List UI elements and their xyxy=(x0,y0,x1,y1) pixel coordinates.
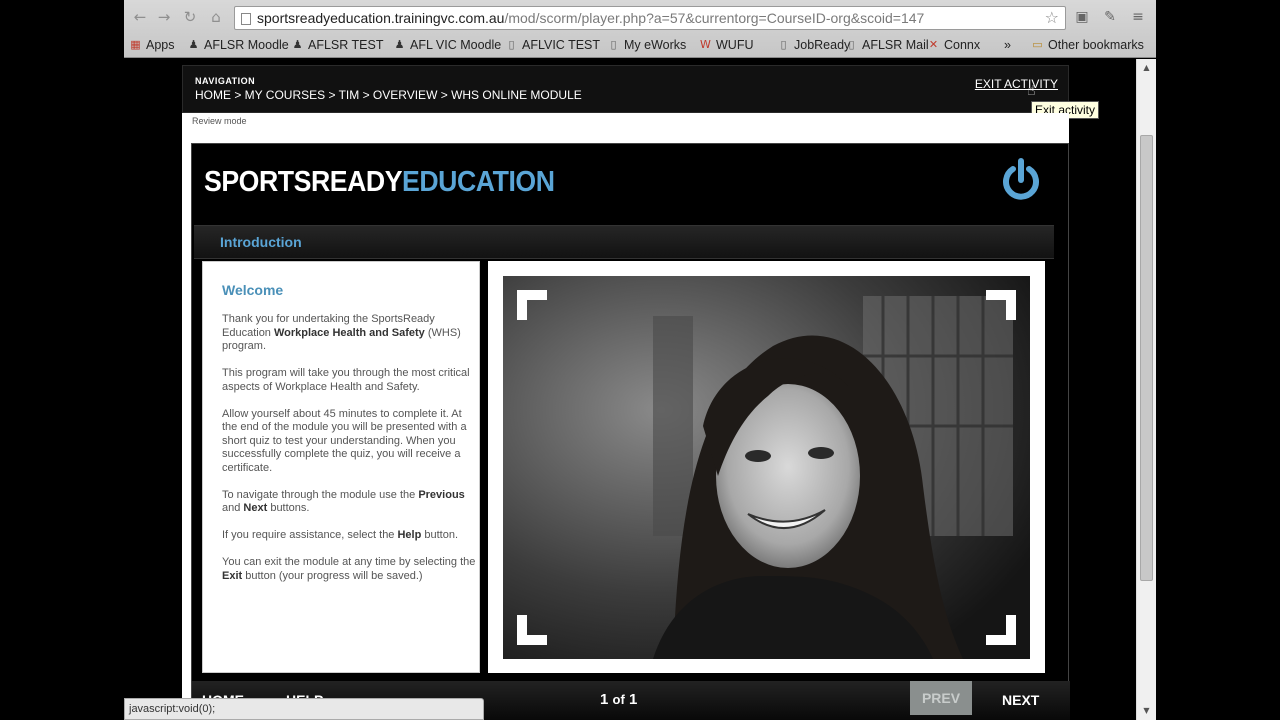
portrait-photo xyxy=(503,276,1030,659)
page-content: NAVIGATION HOME > MY COURSES > TIM > OVE… xyxy=(124,59,1136,720)
bookmark-label: JobReady xyxy=(794,38,851,52)
bookmark-label: AFLVIC TEST xyxy=(522,38,601,52)
moodle-navbar: NAVIGATION HOME > MY COURSES > TIM > OVE… xyxy=(182,65,1069,113)
bookmark-item[interactable]: ♟ AFLSR TEST xyxy=(292,37,384,53)
screen: ← → ↻ ⌂ sportsreadyeducation.trainingvc.… xyxy=(0,0,1280,720)
page-icon xyxy=(241,13,251,25)
moodle-icon: ♟ xyxy=(394,38,405,51)
scrollbar-thumb[interactable] xyxy=(1140,135,1153,581)
chrome-menu-icon[interactable]: ≡ xyxy=(1128,7,1148,27)
scrollbar[interactable]: ▲ ▼ xyxy=(1136,59,1156,720)
home-icon[interactable]: ⌂ xyxy=(206,7,226,27)
moodle-icon: ♟ xyxy=(188,38,199,51)
frame-corner-icon xyxy=(517,290,547,320)
bookmark-label: My eWorks xyxy=(624,38,687,52)
address-bar[interactable]: sportsreadyeducation.trainingvc.com.au/m… xyxy=(234,6,1066,30)
review-mode-label: Review mode xyxy=(192,116,247,126)
bookmark-item[interactable]: ▦ Apps xyxy=(130,37,175,53)
extension-icon[interactable]: ▣ xyxy=(1072,7,1092,27)
bookmark-item[interactable]: ♟ AFLSR Moodle xyxy=(188,37,289,53)
prev-button[interactable]: PREV xyxy=(910,681,972,715)
moodle-icon: ♟ xyxy=(292,38,303,51)
browser-chrome: ← → ↻ ⌂ sportsreadyeducation.trainingvc.… xyxy=(124,0,1156,58)
frame-corner-icon xyxy=(986,290,1016,320)
brand-part-education: EDUCATION xyxy=(402,166,555,198)
back-icon[interactable]: ← xyxy=(130,7,150,27)
forward-icon[interactable]: → xyxy=(154,7,174,27)
scorm-container: Review mode SPORTSREADYEDUCATION Introdu… xyxy=(182,113,1070,720)
url-host: sportsreadyeducation.trainingvc.com.au xyxy=(257,10,505,26)
bookmark-item[interactable]: ▯ AFLVIC TEST xyxy=(506,37,600,53)
frame-corner-icon xyxy=(986,615,1016,645)
bookmark-label: Connx xyxy=(944,38,981,52)
other-bookmarks-label: Other bookmarks xyxy=(1048,38,1144,52)
paragraph: Allow yourself about 45 minutes to compl… xyxy=(222,407,467,474)
power-exit-icon[interactable] xyxy=(1000,158,1042,204)
wufu-icon: W xyxy=(700,38,711,51)
bookmark-label: AFLSR Moodle xyxy=(204,38,289,52)
paragraph: You can exit the module at any time by s… xyxy=(222,556,476,582)
page-current: 1 xyxy=(600,691,609,708)
brand-logo: SPORTSREADYEDUCATION xyxy=(204,166,555,199)
paragraph: If you require assistance, select the He… xyxy=(222,529,459,541)
paragraph: This program will take you through the m… xyxy=(222,367,470,393)
paragraph: Thank you for undertaking the SportsRead… xyxy=(222,313,461,352)
breadcrumb[interactable]: HOME > MY COURSES > TIM > OVERVIEW > WHS… xyxy=(195,88,582,102)
page-total: 1 xyxy=(628,691,638,708)
apps-grid-icon: ▦ xyxy=(130,38,141,51)
bookmark-label: Apps xyxy=(146,38,175,52)
status-bubble: javascript:void(0); xyxy=(124,698,484,720)
welcome-body: Thank you for undertaking the SportsRead… xyxy=(222,313,477,597)
page-of: of xyxy=(612,692,625,707)
url-path: /mod/scorm/player.php?a=57&currentorg=Co… xyxy=(504,10,925,26)
page-indicator: 1 of 1 xyxy=(600,691,637,708)
extension-wrench-icon[interactable]: ✎ xyxy=(1100,7,1120,27)
bookmark-label: AFLSR Mail xyxy=(862,38,929,52)
page-icon: ▯ xyxy=(780,38,787,51)
hand-cursor-icon: ☝ xyxy=(1027,83,1036,99)
next-button[interactable]: NEXT xyxy=(1002,692,1039,708)
bookmark-item[interactable]: ▯ JobReady xyxy=(778,37,850,53)
bookmarks-overflow-button[interactable]: » xyxy=(1004,37,1011,53)
navigation-label: NAVIGATION xyxy=(195,76,256,86)
image-panel xyxy=(488,261,1045,673)
bookmark-label: AFL VIC Moodle xyxy=(410,38,502,52)
connx-icon: ✕ xyxy=(928,38,939,51)
bookmarks-bar: ▦ Apps ♟ AFLSR Moodle ♟ AFLSR TEST ♟ AFL VIC Mo… xyxy=(124,34,1156,56)
bookmark-item[interactable]: W WUFU xyxy=(700,37,754,53)
bookmark-item[interactable]: ♟ AFL VIC Moodle xyxy=(394,37,502,53)
bookmark-item[interactable]: ▯ My eWorks xyxy=(608,37,686,53)
other-bookmarks-folder[interactable]: ▭ Other bookmarks xyxy=(1032,37,1144,53)
scorm-module: SPORTSREADYEDUCATION Introduction Welcom… xyxy=(191,143,1070,720)
section-header: Introduction xyxy=(194,225,1054,259)
frame-corner-icon xyxy=(517,615,547,645)
text-panel: Welcome Thank you for undertaking the Sp… xyxy=(202,261,480,673)
bookmark-label: AFLSR TEST xyxy=(308,38,384,52)
scroll-down-icon[interactable]: ▼ xyxy=(1140,705,1153,717)
bookmark-item[interactable]: ▯ AFLSR Mail xyxy=(846,37,929,53)
bookmark-label: WUFU xyxy=(716,38,754,52)
welcome-heading: Welcome xyxy=(222,282,284,298)
reload-icon[interactable]: ↻ xyxy=(180,7,200,27)
browser-toolbar: ← → ↻ ⌂ sportsreadyeducation.trainingvc.… xyxy=(124,4,1156,32)
page-icon: ▯ xyxy=(610,38,617,51)
folder-icon: ▭ xyxy=(1032,38,1043,51)
page-icon: ▯ xyxy=(508,38,515,51)
paragraph: To navigate through the module use the P… xyxy=(222,488,465,515)
page-icon: ▯ xyxy=(848,38,855,51)
bookmark-star-icon[interactable]: ☆ xyxy=(1045,7,1059,29)
scroll-up-icon[interactable]: ▲ xyxy=(1140,62,1153,74)
section-title: Introduction xyxy=(220,234,302,250)
bookmark-item[interactable]: ✕ Connx xyxy=(928,37,980,53)
brand-part-sportsready: SPORTSREADY xyxy=(204,166,403,198)
exit-activity-link[interactable]: EXIT ACTIVITY xyxy=(975,77,1058,91)
